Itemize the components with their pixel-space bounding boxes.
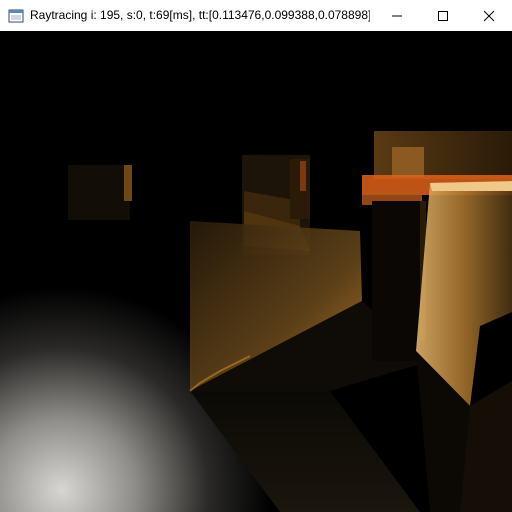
rendered-scene	[0, 31, 512, 512]
close-icon	[483, 10, 495, 21]
maximize-button[interactable]	[420, 0, 466, 31]
window-title: Raytracing i: 195, s:0, t:69[ms], tt:[0.…	[30, 8, 370, 22]
app-window: Raytracing i: 195, s:0, t:69[ms], tt:[0.…	[0, 0, 512, 512]
window-controls	[374, 0, 512, 31]
app-icon	[8, 9, 24, 22]
minimize-icon	[392, 15, 402, 16]
title-bar[interactable]: Raytracing i: 195, s:0, t:69[ms], tt:[0.…	[0, 0, 512, 31]
close-button[interactable]	[466, 0, 512, 31]
render-viewport[interactable]	[0, 31, 512, 512]
maximize-icon	[438, 10, 448, 21]
minimize-button[interactable]	[374, 0, 420, 31]
